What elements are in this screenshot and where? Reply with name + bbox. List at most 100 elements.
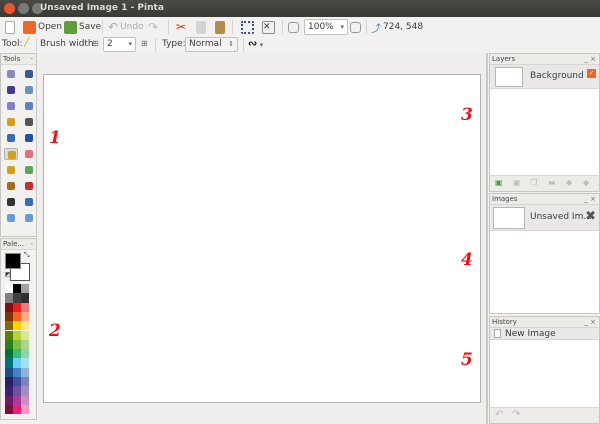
pane-divider[interactable] [486,53,488,424]
paint-bucket-tool[interactable] [4,132,18,144]
close-image-icon[interactable]: ✖ [585,209,596,224]
palette-swatch[interactable] [5,349,13,359]
swap-colors-icon[interactable]: ⤡ [24,251,30,260]
antialiasing-button[interactable]: ∾ ▾ [248,37,263,50]
gradient-tool[interactable] [22,132,36,144]
open-button[interactable]: Open [23,19,62,35]
decrease-brush-width-button[interactable]: ⊟ [92,39,99,48]
palette-swatch[interactable] [5,404,13,415]
minimize-window-button[interactable] [18,3,29,14]
history-item[interactable]: New Image [490,328,599,340]
duplicate-layer-icon[interactable]: ❐ [530,178,537,187]
zoom-combo[interactable]: 100% ▾ [304,19,348,35]
palette-swatch[interactable] [21,311,29,322]
primary-color-swatch[interactable] [5,253,21,269]
copy-button[interactable] [196,19,206,35]
move-selection-tool[interactable] [22,84,36,96]
palette-swatch[interactable] [13,330,21,340]
palette-swatch[interactable] [13,284,21,294]
move-selected-tool[interactable] [22,68,36,80]
image-canvas[interactable] [43,74,481,403]
layer-row[interactable]: Background ✓ [490,65,599,89]
palette-swatch[interactable] [5,367,13,377]
panel-controls[interactable]: _ × [584,317,596,328]
paste-button[interactable] [215,19,225,35]
zoom-tool[interactable] [22,100,36,112]
panel-controls[interactable]: _ × [584,54,596,65]
brush-width-combo[interactable]: 2 ▾ [103,37,136,52]
palette-swatch[interactable] [5,330,13,340]
increase-brush-width-button[interactable]: ⊞ [141,39,148,48]
save-button[interactable]: Save [64,19,101,35]
eraser-tool[interactable] [22,148,36,160]
cut-button[interactable]: ✂ [176,19,186,35]
ellipse-select-tool[interactable] [4,100,18,112]
add-layer-icon[interactable]: ▣ [495,178,503,187]
palette-swatch[interactable] [13,321,21,331]
image-row[interactable]: Unsaved Im... ✖ [490,205,599,231]
zoom-in-button[interactable] [350,19,361,35]
palette-swatch[interactable] [21,293,29,303]
palette-swatch[interactable] [5,377,13,387]
palette-swatch[interactable] [5,321,13,331]
redo-button[interactable]: ↷ [148,19,158,35]
palette-swatch[interactable] [21,377,29,387]
palette-swatch[interactable] [13,349,21,359]
reset-colors-icon[interactable]: ◩ [5,271,11,278]
palette-swatch[interactable] [13,386,21,396]
palette-swatch[interactable] [21,284,29,294]
paintbrush-tool[interactable] [4,148,18,160]
history-redo-icon[interactable]: ↷ [512,409,520,420]
palette-swatch[interactable] [5,293,13,303]
merge-layer-icon[interactable]: ▬ [548,178,556,187]
rectangle-tool[interactable] [4,212,18,224]
history-undo-icon[interactable]: ↶ [495,409,503,420]
pan-tool[interactable] [22,116,36,128]
palette-swatch[interactable] [5,284,13,294]
rectangle-select-tool[interactable] [4,68,18,80]
palette-swatch[interactable] [21,339,29,350]
palette-swatch[interactable] [13,395,21,405]
palette-swatch[interactable] [5,395,13,405]
palette-swatch[interactable] [21,386,29,396]
move-layer-up-icon[interactable]: ◆ [566,178,572,187]
palette-swatch[interactable] [5,302,13,312]
palette-swatch[interactable] [21,404,29,415]
palette-swatch[interactable] [21,358,29,368]
palette-swatch[interactable] [13,293,21,303]
palette-swatch[interactable] [13,311,21,322]
palette-swatch[interactable] [13,302,21,312]
palette-swatch[interactable] [21,330,29,340]
magic-wand-tool[interactable] [4,116,18,128]
panel-menu-button[interactable]: - [30,239,33,250]
palette-swatch[interactable] [21,321,29,331]
new-image-button[interactable] [5,19,15,35]
layer-visibility-checkbox[interactable]: ✓ [587,69,596,78]
palette-swatch[interactable] [13,339,21,350]
type-select[interactable]: Normal ⇕ [185,37,238,52]
recolor-tool[interactable] [22,180,36,192]
palette-swatch[interactable] [5,339,13,350]
delete-layer-icon[interactable]: ▣ [513,178,521,187]
undo-button[interactable]: ↶ Undo [108,19,144,35]
panel-controls[interactable]: _ × [584,194,596,205]
palette-swatch[interactable] [21,302,29,312]
palette-swatch[interactable] [13,358,21,368]
palette-swatch[interactable] [21,395,29,405]
crop-to-selection-button[interactable] [241,19,254,35]
palette-swatch[interactable] [13,404,21,415]
lasso-select-tool[interactable] [4,84,18,96]
line-curve-tool[interactable] [22,196,36,208]
palette-swatch[interactable] [5,311,13,322]
move-layer-down-icon[interactable]: ◆ [583,178,589,187]
palette-swatch[interactable] [13,377,21,387]
text-tool[interactable] [4,196,18,208]
zoom-out-button[interactable] [288,19,299,35]
palette-swatch[interactable] [21,349,29,359]
panel-menu-button[interactable]: - [30,54,33,65]
palette-swatch[interactable] [5,386,13,396]
palette-swatch[interactable] [21,367,29,377]
palette-swatch[interactable] [5,358,13,368]
palette-swatch[interactable] [13,367,21,377]
color-picker-tool[interactable] [22,164,36,176]
